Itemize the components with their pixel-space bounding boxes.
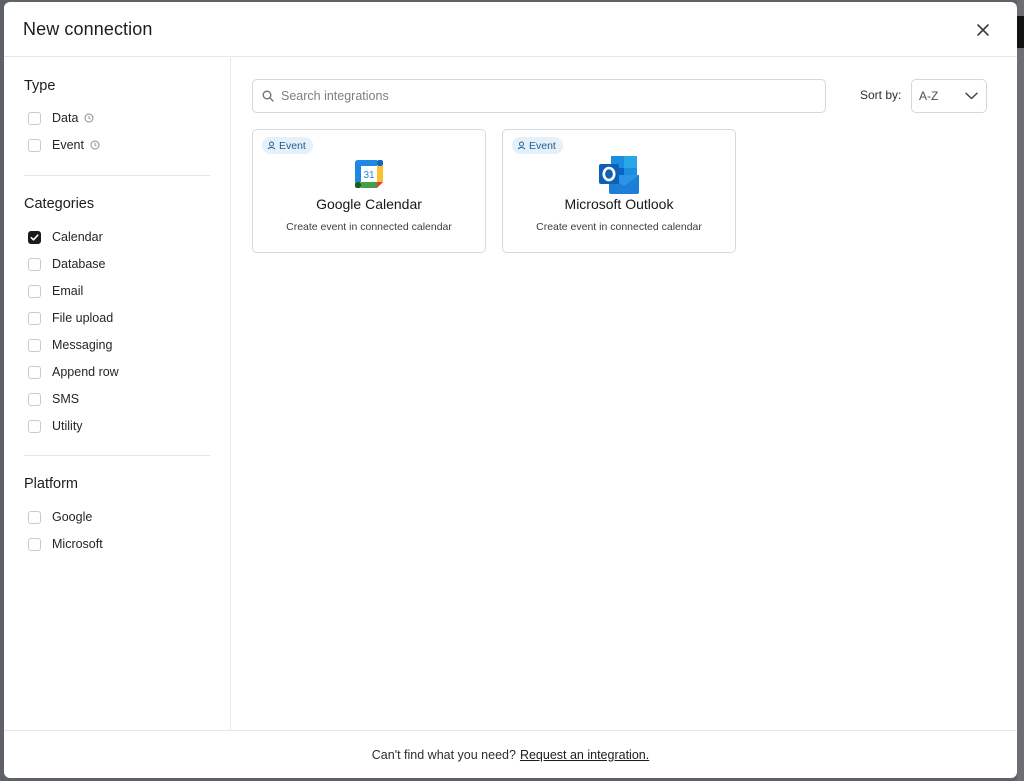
filter-platform-google[interactable]: Google <box>28 508 92 526</box>
integration-description: Create event in connected calendar <box>286 221 452 233</box>
filter-label: Email <box>52 284 84 298</box>
info-icon[interactable] <box>84 113 94 123</box>
integration-description: Create event in connected calendar <box>536 221 702 233</box>
integration-name: Microsoft Outlook <box>564 196 674 212</box>
svg-text:31: 31 <box>363 170 375 181</box>
event-type-icon <box>517 141 526 150</box>
filter-category-append-row[interactable]: Append row <box>28 363 119 381</box>
filter-label: Database <box>52 257 106 271</box>
filter-category-sms[interactable]: SMS <box>28 390 79 408</box>
categories-section-title: Categories <box>24 196 95 212</box>
info-icon[interactable] <box>90 140 100 150</box>
footer-text: Can't find what you need? <box>371 747 516 762</box>
checkbox[interactable] <box>28 419 41 433</box>
checkbox[interactable] <box>28 365 41 379</box>
filter-label: Utility <box>52 419 83 433</box>
checkbox-checked[interactable] <box>28 230 41 244</box>
filter-category-calendar[interactable]: Calendar <box>28 228 103 246</box>
filter-category-file-upload[interactable]: File upload <box>28 309 113 327</box>
divider <box>24 175 210 176</box>
sort-dropdown[interactable]: A-Z <box>911 79 987 113</box>
google-calendar-logo-icon: 31 <box>355 160 383 188</box>
microsoft-outlook-logo-icon <box>599 156 639 194</box>
filter-platform-microsoft[interactable]: Microsoft <box>28 535 103 553</box>
integration-card-google-calendar[interactable]: Event 31 Google Calendar Create event in… <box>252 129 486 253</box>
checkbox[interactable] <box>28 138 41 152</box>
filter-label: SMS <box>52 392 80 406</box>
checkbox[interactable] <box>28 537 41 551</box>
backdrop-edge <box>1017 0 1024 781</box>
filter-label: Google <box>52 510 93 524</box>
checkbox[interactable] <box>28 510 41 524</box>
close-icon <box>977 24 989 36</box>
filter-label: Messaging <box>52 338 113 352</box>
integration-name: Google Calendar <box>316 196 422 212</box>
filter-label: Calendar <box>52 230 103 244</box>
filter-label: Microsoft <box>52 537 103 551</box>
filter-category-utility[interactable]: Utility <box>28 417 83 435</box>
type-section-title: Type <box>24 78 56 94</box>
sort-value: A-Z <box>919 89 939 103</box>
filter-category-messaging[interactable]: Messaging <box>28 336 112 354</box>
integration-card-microsoft-outlook[interactable]: Event Microsoft Outlook Create event in … <box>502 129 736 253</box>
new-connection-modal: New connection Type Data Event Categorie… <box>4 2 1017 778</box>
badge-label: Event <box>529 139 556 152</box>
filter-label: Event <box>52 138 84 152</box>
platform-section-title: Platform <box>24 476 78 492</box>
filter-category-database[interactable]: Database <box>28 255 106 273</box>
checkbox[interactable] <box>28 284 41 298</box>
badge-label: Event <box>279 139 306 152</box>
event-type-icon <box>267 141 276 150</box>
filter-label: Data <box>52 111 79 125</box>
event-badge: Event <box>262 137 313 154</box>
modal-footer: Can't find what you need? Request an int… <box>4 730 1017 778</box>
checkbox[interactable] <box>28 392 41 406</box>
checkbox[interactable] <box>28 111 41 125</box>
modal-header: New connection <box>4 2 1017 57</box>
chevron-down-icon <box>965 92 978 100</box>
search-box[interactable] <box>252 79 826 113</box>
filter-label: File upload <box>52 311 114 325</box>
search-input[interactable] <box>281 89 801 103</box>
event-badge: Event <box>512 137 563 154</box>
filter-sidebar: Type Data Event Categories Calendar Data… <box>4 58 231 730</box>
divider <box>24 455 210 456</box>
checkbox[interactable] <box>28 338 41 352</box>
checkbox[interactable] <box>28 311 41 325</box>
integrations-panel: Sort by: A-Z Event <box>232 58 1017 730</box>
filter-type-event[interactable]: Event <box>28 136 100 154</box>
filter-label: Append row <box>52 365 119 379</box>
checkbox[interactable] <box>28 257 41 271</box>
close-button[interactable] <box>972 19 994 41</box>
request-integration-link[interactable]: Request an integration. <box>520 748 649 762</box>
sort-label: Sort by: <box>860 88 902 102</box>
modal-title: New connection <box>23 19 153 39</box>
filter-type-data[interactable]: Data <box>28 109 94 127</box>
filter-category-email[interactable]: Email <box>28 282 83 300</box>
search-icon <box>262 90 274 102</box>
checkmark-icon <box>30 233 39 241</box>
